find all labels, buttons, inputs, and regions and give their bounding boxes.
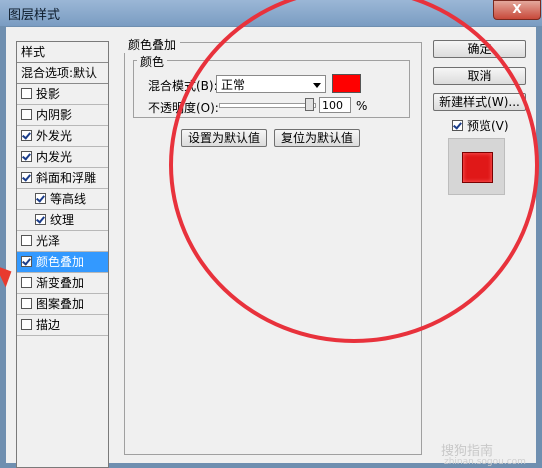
blend-mode-label: 混合模式(B): xyxy=(148,79,218,93)
opacity-slider[interactable] xyxy=(219,103,316,108)
style-item[interactable]: 外发光 xyxy=(17,126,108,147)
style-item-label: 图案叠加 xyxy=(36,297,85,311)
color-group-title: 颜色 xyxy=(137,53,168,70)
blend-options-item[interactable]: 混合选项:默认 xyxy=(17,63,108,84)
style-item-label: 斜面和浮雕 xyxy=(36,171,97,185)
style-preview xyxy=(448,138,505,195)
opacity-slider-handle[interactable] xyxy=(305,98,314,111)
checkbox-icon xyxy=(452,120,463,131)
panel-title: 颜色叠加 xyxy=(124,36,181,53)
close-icon: X xyxy=(512,2,522,16)
style-item-label: 投影 xyxy=(36,87,61,101)
style-item-label: 颜色叠加 xyxy=(36,255,85,269)
style-item[interactable]: 投影 xyxy=(17,84,108,105)
checkbox-icon[interactable] xyxy=(21,319,32,330)
checkbox-icon[interactable] xyxy=(35,214,46,225)
preview-checkbox[interactable]: 预览(V) xyxy=(452,117,509,134)
opacity-unit: % xyxy=(356,99,368,113)
checkbox-icon[interactable] xyxy=(21,277,32,288)
cancel-button[interactable]: 取消 xyxy=(433,67,526,85)
new-style-button[interactable]: 新建样式(W)... xyxy=(433,93,526,111)
checkbox-icon[interactable] xyxy=(21,235,32,246)
style-item[interactable]: 光泽 xyxy=(17,231,108,252)
checkbox-icon[interactable] xyxy=(21,109,32,120)
checkbox-icon[interactable] xyxy=(21,130,32,141)
preview-swatch xyxy=(462,152,493,183)
styles-list: 样式 混合选项:默认 投影内阴影外发光内发光斜面和浮雕等高线纹理光泽颜色叠加渐变… xyxy=(16,41,109,468)
checkbox-icon[interactable] xyxy=(21,88,32,99)
reset-default-button[interactable]: 复位为默认值 xyxy=(274,129,360,147)
preview-label: 预览(V) xyxy=(467,119,509,133)
watermark-url: zhinan.sogou.com xyxy=(444,457,526,467)
style-item-label: 渐变叠加 xyxy=(36,276,85,290)
title-bar: 图层样式 X xyxy=(0,0,542,26)
style-item[interactable]: 纹理 xyxy=(17,210,108,231)
style-item-label: 内阴影 xyxy=(36,108,73,122)
layer-style-dialog: 样式 混合选项:默认 投影 内阴影 外发光 内发光 斜面和浮雕 等高线 纹理 光泽 颜色叠加 渐变… xyxy=(6,0,539,468)
checkbox-icon[interactable] xyxy=(21,298,32,309)
set-default-button[interactable]: 设置为默认值 xyxy=(181,129,267,147)
overlay-color-swatch[interactable] xyxy=(332,74,361,93)
checkbox-icon[interactable] xyxy=(35,193,46,204)
checkbox-icon[interactable] xyxy=(21,256,32,267)
style-item-label: 光泽 xyxy=(36,234,61,248)
style-item[interactable]: 斜面和浮雕 xyxy=(17,168,108,189)
checkbox-icon[interactable] xyxy=(21,172,32,183)
styles-header: 样式 xyxy=(17,42,108,63)
blend-mode-select[interactable]: 正常 xyxy=(216,75,326,93)
opacity-input[interactable]: 100 xyxy=(319,97,351,113)
style-item-label: 内发光 xyxy=(36,150,73,164)
style-item[interactable]: 等高线 xyxy=(17,189,108,210)
style-item[interactable]: 描边 xyxy=(17,315,108,336)
style-item[interactable]: 图案叠加 xyxy=(17,294,108,315)
style-item-label: 纹理 xyxy=(50,213,75,227)
ok-button[interactable]: 确定 xyxy=(433,40,526,58)
style-item[interactable]: 内发光 xyxy=(17,147,108,168)
window-title: 图层样式 xyxy=(8,8,61,23)
style-item-label: 等高线 xyxy=(50,192,87,206)
style-item[interactable]: 颜色叠加 xyxy=(17,252,108,273)
chevron-down-icon xyxy=(313,83,321,88)
opacity-label: 不透明度(O): xyxy=(148,101,219,115)
close-button[interactable]: X xyxy=(493,0,541,20)
blend-mode-value: 正常 xyxy=(221,78,246,92)
style-item-label: 外发光 xyxy=(36,129,73,143)
style-item[interactable]: 内阴影 xyxy=(17,105,108,126)
checkbox-icon[interactable] xyxy=(21,151,32,162)
style-items: 投影内阴影外发光内发光斜面和浮雕等高线纹理光泽颜色叠加渐变叠加图案叠加描边 xyxy=(17,84,108,336)
style-item[interactable]: 渐变叠加 xyxy=(17,273,108,294)
style-item-label: 描边 xyxy=(36,318,61,332)
